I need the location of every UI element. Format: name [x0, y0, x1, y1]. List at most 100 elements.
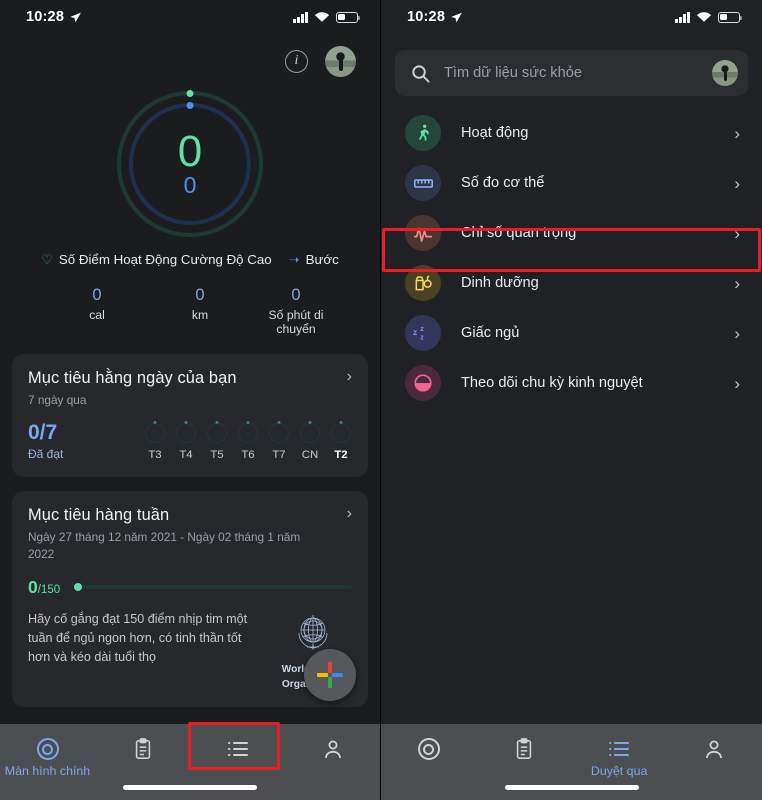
day-label: T6 — [241, 449, 255, 462]
day-indicator: T4 — [175, 423, 197, 461]
chevron-right-icon[interactable]: › — [734, 175, 740, 192]
chevron-right-icon[interactable]: › — [734, 225, 740, 242]
activity-rings[interactable]: 0 0 — [117, 89, 263, 237]
heart-outline-icon: ♡ — [41, 252, 53, 267]
day-indicator-today: T2 — [330, 423, 352, 461]
battery-icon — [336, 11, 361, 23]
weekly-goal-date-range: Ngày 27 tháng 12 năm 2021 - Ngày 02 thán… — [28, 530, 301, 562]
sleep-zzz-icon: z z z — [405, 315, 441, 351]
shoe-steps-icon: ➝ — [288, 252, 300, 267]
daily-goal-body: 0/7 Đã đạt T3 T4 T5 T6 T7 CN T2 — [28, 422, 352, 461]
list-item-vitals[interactable]: Chỉ số quan trọng › — [381, 208, 762, 258]
daily-goal-achieved: 0/7 Đã đạt — [28, 422, 63, 461]
nav-item-journal[interactable] — [476, 724, 571, 764]
status-bar-indicators — [293, 11, 361, 23]
list-item-nutrition[interactable]: Dinh dưỡng › — [381, 258, 762, 308]
stat-calories-label: cal — [89, 307, 105, 322]
nav-item-profile[interactable] — [667, 724, 762, 764]
day-indicator: T3 — [144, 423, 166, 461]
search-bar[interactable]: Tìm dữ liệu sức khỏe — [395, 50, 748, 96]
nav-item-browse-label: Duyệt qua — [590, 764, 648, 778]
day-label: T5 — [210, 449, 224, 462]
profile-person-icon — [702, 737, 726, 761]
journal-clipboard-icon — [512, 737, 536, 761]
stat-distance-label: km — [191, 307, 209, 322]
google-plus-add-icon — [317, 662, 343, 688]
nav-item-home[interactable] — [381, 724, 476, 764]
day-ring-icon — [145, 423, 165, 444]
weekly-progress-marker — [74, 583, 83, 592]
status-time: 10:28 — [26, 9, 65, 25]
chevron-right-icon[interactable]: › — [734, 125, 740, 142]
status-bar-indicators — [675, 11, 743, 23]
info-circle-icon[interactable]: i — [285, 49, 308, 73]
stat-calories: 0 cal — [42, 285, 152, 336]
wifi-icon — [696, 12, 712, 22]
chevron-right-icon[interactable]: › — [339, 368, 352, 385]
heart-points-value: 0 — [177, 127, 203, 177]
rings-legend: ♡ Số Điểm Hoạt Động Cường Độ Cao ➝ Bước — [0, 252, 380, 267]
chevron-right-icon[interactable]: › — [339, 506, 352, 522]
stat-move-minutes-value: 0 — [291, 286, 301, 304]
list-item-label: Số đo cơ thể — [461, 175, 545, 191]
browse-category-list: Hoạt động › Số đo cơ thể › Chỉ số quan t… — [381, 108, 762, 408]
weekly-progress-bar — [74, 583, 352, 592]
wifi-icon — [314, 12, 330, 22]
day-ring-icon — [238, 423, 258, 444]
vitals-pulse-icon — [405, 215, 441, 251]
daily-goal-achieved-label: Đã đạt — [28, 447, 64, 462]
day-ring-icon — [331, 423, 351, 444]
ruler-icon — [405, 165, 441, 201]
nav-item-profile[interactable] — [285, 724, 380, 764]
nav-item-home[interactable]: Màn hình chính — [0, 724, 95, 778]
legend-steps: ➝ Bước — [289, 252, 339, 267]
steps-value: 0 — [183, 171, 197, 198]
rings-center-values: 0 0 — [117, 91, 263, 237]
running-person-icon — [405, 115, 441, 151]
nutrition-icon — [405, 265, 441, 301]
daily-goal-card[interactable]: Mục tiêu hằng ngày của bạn 7 ngày qua › … — [12, 353, 368, 478]
cellular-signal-icon — [675, 11, 690, 23]
activity-rings-section: 0 0 — [0, 88, 380, 240]
stat-distance: 0 km — [152, 285, 248, 336]
home-indicator-bar — [504, 785, 639, 790]
weekly-progress-total: /150 — [37, 583, 61, 596]
screenshot-stage: 10:28 i 0 0 ♡ Số Điểm Hoạt Động Cường Độ… — [0, 0, 762, 800]
nav-item-home-label: Màn hình chính — [4, 764, 91, 778]
legend-heart-points: ♡ Số Điểm Hoạt Động Cường Độ Cao — [41, 252, 271, 267]
chevron-right-icon[interactable]: › — [734, 275, 740, 292]
svg-text:z: z — [413, 328, 417, 337]
chevron-right-icon[interactable]: › — [734, 325, 740, 342]
stat-calories-value: 0 — [92, 286, 102, 304]
list-item-label: Chỉ số quan trọng — [461, 225, 577, 241]
add-data-fab[interactable] — [304, 649, 356, 701]
stat-distance-value: 0 — [195, 286, 205, 304]
profile-person-icon — [321, 737, 345, 761]
profile-avatar[interactable] — [325, 45, 356, 77]
day-ring-icon — [176, 423, 196, 444]
nav-item-browse[interactable] — [190, 724, 285, 764]
chevron-right-icon[interactable]: › — [734, 375, 740, 392]
nav-item-browse[interactable]: Duyệt qua — [572, 724, 667, 778]
list-item-activity[interactable]: Hoạt động › — [381, 108, 762, 158]
nav-item-journal[interactable] — [95, 724, 190, 764]
day-label: T2 — [334, 449, 348, 462]
svg-text:z: z — [420, 332, 424, 341]
status-bar: 10:28 — [381, 0, 762, 34]
list-item-sleep[interactable]: z z z Giấc ngủ › — [381, 308, 762, 358]
weekly-goal-title: Mục tiêu hàng tuần — [28, 506, 170, 525]
profile-avatar[interactable] — [712, 60, 738, 86]
day-label: T3 — [148, 449, 162, 462]
daily-goal-subtitle: 7 ngày qua — [28, 392, 87, 407]
browse-list-icon — [226, 737, 250, 761]
location-arrow-icon — [70, 12, 82, 22]
daily-goal-week-strip: T3 T4 T5 T6 T7 CN T2 — [144, 423, 352, 461]
list-item-body-measurements[interactable]: Số đo cơ thể › — [381, 158, 762, 208]
search-input[interactable]: Tìm dữ liệu sức khỏe — [444, 65, 698, 81]
cellular-signal-icon — [293, 11, 308, 23]
stats-row: 0 cal 0 km 0 Số phút di chuyển — [0, 285, 380, 336]
legend-heart-points-label: Số Điểm Hoạt Động Cường Độ Cao — [58, 252, 272, 267]
left-header: i — [0, 34, 380, 88]
day-ring-icon — [269, 423, 289, 444]
list-item-cycle-tracking[interactable]: Theo dõi chu kỳ kinh nguyệt › — [381, 358, 762, 408]
